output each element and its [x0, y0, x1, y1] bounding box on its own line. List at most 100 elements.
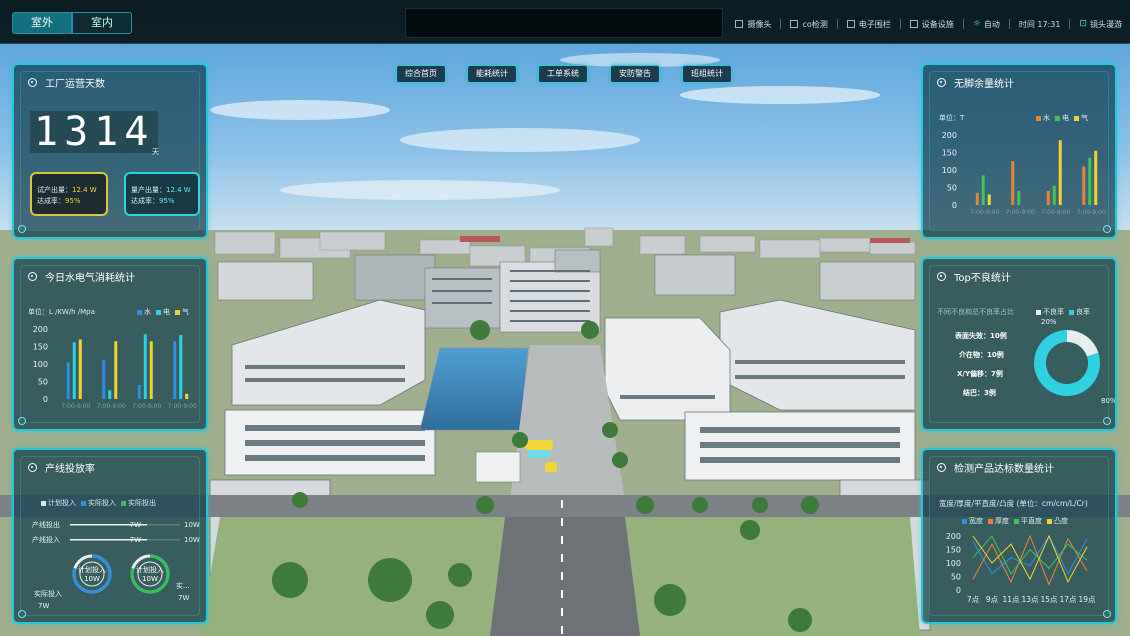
bar	[66, 362, 70, 399]
camera-toggle[interactable]: 摄像头	[735, 19, 771, 30]
auto-button[interactable]: ☼ 自动	[973, 19, 1000, 30]
x-tick-label: 7:00-9:00	[1041, 209, 1070, 216]
row-value: 7W	[130, 536, 141, 544]
bar	[114, 341, 118, 399]
legend-label: 水	[1043, 114, 1050, 122]
corner-ornament	[18, 225, 26, 233]
bar	[102, 359, 106, 399]
divider	[1069, 19, 1071, 29]
target-icon	[937, 78, 946, 87]
y-tick-label: 150	[946, 546, 961, 555]
target-icon	[28, 463, 37, 472]
legend-label: 水	[144, 308, 151, 316]
y-tick-label: 100	[946, 559, 961, 568]
sun-icon: ☼	[972, 19, 981, 29]
legend-swatch	[1047, 518, 1052, 524]
divider	[780, 19, 782, 29]
mass-rate-label: 达成率：	[131, 197, 159, 205]
ring-label: 计划投入	[78, 565, 106, 574]
dashboard-root: 室外 室内 摄像头 co检测 电子围栏 设备设施 ☼ 自动 时间 17:31 ⊡ 镜…	[0, 0, 1130, 636]
panel-title: 今日水电气消耗统计	[28, 269, 135, 284]
divider	[836, 19, 838, 29]
title-text: 工厂运营天数	[45, 79, 105, 90]
energy-bar-chart: 0 50 100 150 200 7:00-9:00 7:00-9:00 7:00-9:00 7…	[33, 325, 197, 410]
x-tick-label: 11点	[1002, 595, 1020, 604]
nav-team[interactable]: 班组统计	[682, 65, 732, 83]
toolbar: 摄像头 co检测 电子围栏 设备设施 ☼ 自动 时间 17:31 ⊡ 镜头漫游	[726, 15, 1122, 33]
clock: 时间 17:31	[1019, 19, 1061, 30]
divider	[962, 19, 964, 29]
side-value: 7W	[38, 602, 49, 610]
nav-home[interactable]: 综合首页	[396, 65, 446, 83]
legend-label: 实际投出	[128, 499, 156, 507]
checkbox-icon[interactable]	[790, 20, 799, 28]
quality-line-chart: 0 50 100 150 200 7点 9点 11点 13点 15点 17点 19点	[946, 532, 1096, 604]
y-tick-label: 0	[952, 201, 957, 210]
y-tick-label: 100	[33, 360, 48, 369]
legend: 宽度 厚度 平直度 凸度	[957, 516, 1068, 526]
tab-indoor[interactable]: 室内	[72, 12, 132, 34]
camera-roam-button[interactable]: ⊡ 镜头漫游	[1079, 19, 1122, 30]
checkbox-icon[interactable]	[846, 20, 855, 28]
defect-item: 表面失效：10例	[955, 332, 1007, 340]
row-label: 产线投出	[32, 520, 60, 529]
corner-ornament	[18, 417, 26, 425]
defect-item: X/Y偏移：7例	[957, 370, 1003, 378]
side-value: 7W	[178, 594, 189, 602]
bar	[78, 339, 82, 399]
trial-rate-value: 95%	[65, 197, 81, 205]
bar	[1052, 185, 1056, 205]
legend-swatch	[988, 518, 993, 524]
defect-item: 介在物：10例	[959, 351, 1004, 359]
defect-item: 结巴：3例	[963, 389, 996, 397]
legend-swatch	[137, 309, 142, 315]
y-tick-label: 200	[33, 325, 48, 334]
facility-label: 设备设施	[921, 19, 954, 29]
nav-workorder[interactable]: 工单系统	[538, 65, 588, 83]
time-label: 时间 17:31	[1018, 19, 1061, 29]
bar	[108, 390, 112, 399]
camera-icon: ⊡	[1079, 19, 1087, 29]
x-tick-label: 13点	[1021, 595, 1039, 604]
bar	[185, 393, 189, 399]
ring-value: 10W	[142, 575, 158, 583]
panel-quality: 检测产品达标数量统计 宽度/厚度/平直度/凸度 (单位：cm/cm/L/Cr) …	[921, 448, 1117, 624]
ring-label: 计划投入	[136, 565, 164, 574]
legend-label: 气	[182, 308, 189, 316]
x-tick-label: 7:00-9:00	[1077, 209, 1106, 216]
trial-output-card: 试产出量：12.4 W 达成率：95%	[30, 172, 108, 216]
x-tick-label: 7:00-9:00	[1006, 209, 1035, 216]
unit-label: 单位：L /KW/h /Mpa	[28, 308, 95, 316]
legend-swatch	[1074, 115, 1079, 121]
target-icon	[28, 78, 37, 87]
x-tick-label: 7:00-9:00	[970, 209, 999, 216]
bar	[1046, 191, 1050, 205]
facility-toggle[interactable]: 设备设施	[909, 19, 954, 30]
co-toggle[interactable]: co检测	[790, 19, 828, 30]
legend-label: 宽度	[969, 517, 983, 525]
y-tick-label: 150	[942, 149, 957, 158]
row-value: 7W	[130, 521, 141, 529]
legend-swatch	[175, 309, 180, 315]
trial-label: 试产出量：	[37, 186, 72, 194]
panel-title: 产线投放率	[28, 460, 95, 475]
bar	[1088, 157, 1092, 205]
nav-security[interactable]: 安防警告	[610, 65, 660, 83]
title-box	[405, 8, 723, 38]
checkbox-icon[interactable]	[909, 20, 918, 28]
bar	[72, 342, 76, 399]
y-tick-label: 100	[942, 166, 957, 175]
fence-toggle[interactable]: 电子围栏	[846, 19, 891, 30]
tab-outdoor[interactable]: 室外	[12, 12, 72, 34]
y-tick-label: 50	[951, 573, 961, 582]
trial-rate-line: 达成率：95%	[37, 196, 81, 206]
mass-rate-value: 95%	[159, 197, 175, 205]
bar	[173, 341, 177, 399]
line-rate-bars: 产线投出 7W 10W 产线投入 7W 10W	[32, 520, 200, 544]
mass-label: 量产出量：	[131, 186, 166, 194]
nav-energy[interactable]: 能耗统计	[467, 65, 517, 83]
mass-output-card: 量产出量：12.4 W 达成率：95%	[124, 172, 200, 216]
checkbox-icon[interactable]	[735, 20, 744, 28]
panel-top-defects: Top不良统计 不同不良和总不良率占比 不良率 良率 表面失效：10例 介在物：…	[921, 257, 1117, 431]
line-rate-rings: 计划投入10W计划投入10W实际投入7W实...7W	[34, 554, 190, 610]
